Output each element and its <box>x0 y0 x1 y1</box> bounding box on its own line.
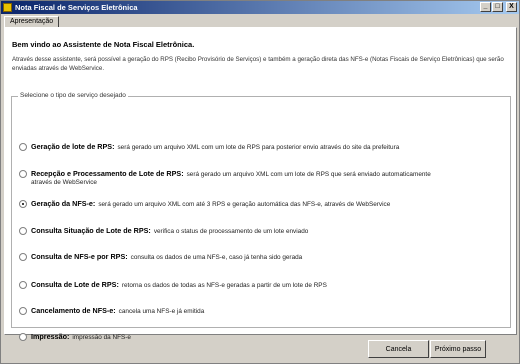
option-geracao-lote-rps[interactable]: Geração de lote de RPS: será gerado um ar… <box>19 143 399 152</box>
service-type-group: Selecione o tipo de serviço desejado Ger… <box>11 92 511 341</box>
option-desc: verifica o status de processamento de um… <box>153 228 309 235</box>
option-desc: consulta os dados de uma NFS-e, caso já … <box>130 254 303 261</box>
tab-panel: Bem vindo ao Assistente de Nota Fiscal E… <box>4 27 517 341</box>
cancel-button[interactable]: Cancela <box>368 340 429 358</box>
option-consulta-nfse-por-rps[interactable]: Consulta de NFS-e por RPS: consulta os da… <box>19 253 302 262</box>
radio-consulta-situacao-lote[interactable] <box>19 227 27 235</box>
radio-consulta-lote-rps[interactable] <box>19 281 27 289</box>
option-label: Cancelamento de NFS-e: <box>31 306 116 315</box>
option-label: Impressão: <box>31 332 70 341</box>
option-geracao-nfse[interactable]: Geração da NFS-e: será gerado um arquivo … <box>19 200 390 209</box>
option-text: Consulta Situação de Lote de RPS: verific… <box>31 227 308 236</box>
close-button[interactable]: X <box>506 2 517 12</box>
app-icon <box>3 3 12 12</box>
option-label: Consulta de NFS-e por RPS: <box>31 252 128 261</box>
option-text: Impressão: impressão da NFS-e <box>31 333 131 342</box>
minimize-button[interactable]: _ <box>480 2 491 12</box>
radio-impressao[interactable] <box>19 333 27 341</box>
option-text: Cancelamento de NFS-e: cancela uma NFS-e … <box>31 307 204 316</box>
option-text: Geração da NFS-e: será gerado um arquivo … <box>31 200 390 209</box>
option-desc: retorna os dados de todas as NFS-e gerad… <box>121 282 327 289</box>
window-title: Nota Fiscal de Serviços Eletrônica <box>15 3 138 12</box>
window-controls: _ □ X <box>480 2 517 12</box>
option-impressao[interactable]: Impressão: impressão da NFS-e <box>19 333 131 342</box>
option-label: Recepção e Processamento de Lote de RPS: <box>31 169 184 178</box>
option-text: Consulta de Lote de RPS: retorna os dados… <box>31 281 327 290</box>
group-title: Selecione o tipo de serviço desejado <box>18 92 128 99</box>
option-text: Recepção e Processamento de Lote de RPS:… <box>31 170 439 187</box>
app-window: Nota Fiscal de Serviços Eletrônica _ □ X… <box>0 0 520 364</box>
welcome-heading: Bem vindo ao Assistente de Nota Fiscal E… <box>12 40 195 49</box>
maximize-button[interactable]: □ <box>492 2 503 12</box>
radio-cancelamento-nfse[interactable] <box>19 307 27 315</box>
option-consulta-lote-rps[interactable]: Consulta de Lote de RPS: retorna os dados… <box>19 281 327 290</box>
radio-geracao-lote-rps[interactable] <box>19 143 27 151</box>
radio-consulta-nfse-por-rps[interactable] <box>19 253 27 261</box>
option-desc: impressão da NFS-e <box>72 334 131 341</box>
option-desc: será gerado um arquivo XML com um lote d… <box>117 144 400 151</box>
radio-geracao-nfse[interactable] <box>19 200 27 208</box>
option-label: Geração da NFS-e: <box>31 199 96 208</box>
option-label: Geração de lote de RPS: <box>31 142 115 151</box>
option-desc: será gerado um arquivo XML com até 3 RPS… <box>98 201 391 208</box>
title-bar[interactable]: Nota Fiscal de Serviços Eletrônica _ □ X <box>1 1 519 14</box>
option-desc: cancela uma NFS-e já emitida <box>118 308 205 315</box>
option-cancelamento-nfse[interactable]: Cancelamento de NFS-e: cancela uma NFS-e … <box>19 307 204 316</box>
option-recepcao-lote-rps[interactable]: Recepção e Processamento de Lote de RPS:… <box>19 170 439 187</box>
next-step-button[interactable]: Próximo passo <box>430 340 486 358</box>
option-label: Consulta de Lote de RPS: <box>31 280 119 289</box>
intro-text: Através desse assistente, será possível … <box>12 56 504 72</box>
option-text: Consulta de NFS-e por RPS: consulta os da… <box>31 253 302 262</box>
option-label: Consulta Situação de Lote de RPS: <box>31 226 151 235</box>
radio-recepcao-lote-rps[interactable] <box>19 170 27 178</box>
option-consulta-situacao-lote[interactable]: Consulta Situação de Lote de RPS: verific… <box>19 227 308 236</box>
option-text: Geração de lote de RPS: será gerado um ar… <box>31 143 399 152</box>
